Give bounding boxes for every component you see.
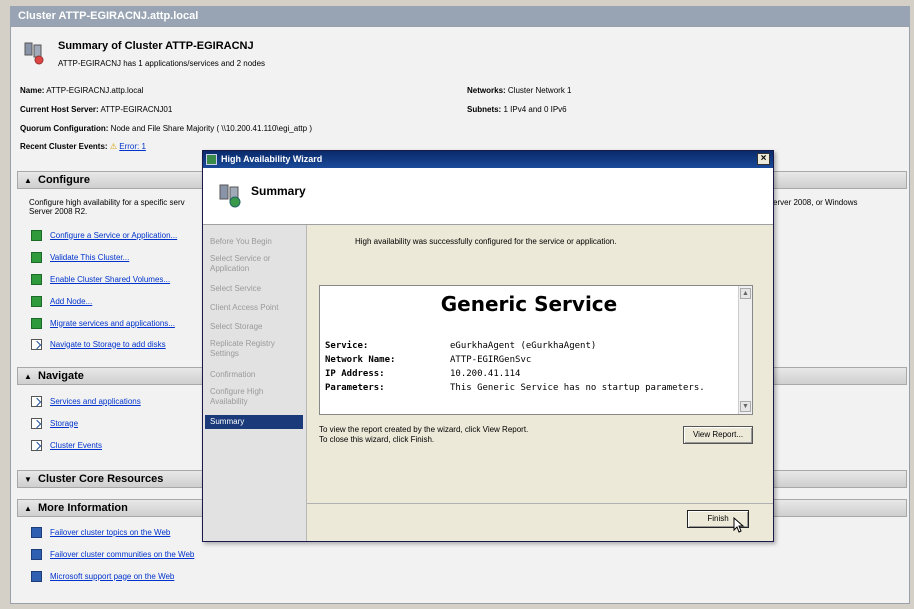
report-row-parameters: Parameters: This Generic Service has no s… [325,383,705,393]
name-row: Name: ATTP-EGIRACNJ.attp.local [20,86,144,95]
summary-report[interactable]: Generic Service Service: eGurkhaAgent (eG… [319,285,753,415]
configure-description-tail: erver 2008, or Windows [773,198,858,207]
step-confirmation: Confirmation [210,370,256,379]
mouse-cursor-icon [733,517,745,533]
window-title: Cluster ATTP-EGIRACNJ.attp.local [10,6,910,26]
wizard-page-title: Summary [251,184,306,198]
networks-row: Networks: Cluster Network 1 [467,86,572,95]
step-before-you-begin: Before You Begin [210,237,272,246]
close-icon[interactable]: × [757,153,770,165]
wizard-header: Summary [203,168,773,225]
wizard-main-panel: High availability was successfully confi… [307,225,773,541]
wizard-title: High Availability Wizard [221,154,323,164]
task-enable-csv[interactable]: Enable Cluster Shared Volumes... [31,273,170,285]
view-report-button[interactable]: View Report... [683,426,753,444]
report-title: Generic Service [440,292,618,316]
cluster-icon [24,42,44,65]
wizard-steps-nav: Before You Begin Select Service or Appli… [203,225,307,541]
success-message: High availability was successfully confi… [355,237,617,246]
expand-icon: ▼ [24,475,32,484]
scroll-up-icon[interactable]: ▲ [740,288,751,299]
navigate-page-icon [31,417,42,429]
task-arrow-icon [31,317,42,329]
wizard-footer-divider [307,503,773,504]
step-configure-high-availability: Configure High Availability [210,387,264,406]
nav-storage[interactable]: Storage [31,417,78,429]
quorum-row: Quorum Configuration: Node and File Shar… [20,124,312,133]
host-row: Current Host Server: ATTP-EGIRACNJ01 [20,105,173,114]
report-row-network-name: Network Name: ATTP-EGIRGenSvc [325,355,532,365]
navigate-page-icon [31,395,42,407]
task-configure-service[interactable]: Configure a Service or Application... [31,229,177,241]
scroll-down-icon[interactable]: ▼ [740,401,751,412]
collapse-icon: ▲ [24,372,32,381]
navigate-page-icon [31,338,42,350]
task-arrow-icon [31,273,42,285]
nav-cluster-events[interactable]: Cluster Events [31,439,102,451]
web-help-icon [31,548,42,560]
high-availability-wizard-dialog: High Availability Wizard × Summary Befor… [202,150,774,542]
wizard-app-icon [206,154,217,165]
step-summary: Summary [205,415,303,429]
more-topics-link[interactable]: Failover cluster topics on the Web [31,526,170,538]
view-report-instructions: To view the report created by the wizard… [319,425,529,444]
events-error-link[interactable]: Error: 1 [119,142,146,151]
task-migrate[interactable]: Migrate services and applications... [31,317,175,329]
warning-icon: ⚠ [109,142,117,151]
report-scrollbar[interactable]: ▲ ▼ [738,286,752,414]
collapse-icon: ▲ [24,504,32,513]
web-help-icon [31,570,42,582]
step-select-service-or-application: Select Service or Application [210,254,271,273]
web-help-icon [31,526,42,538]
summary-wizard-icon [219,184,241,208]
task-arrow-icon [31,251,42,263]
report-row-service: Service: eGurkhaAgent (eGurkhaAgent) [325,341,597,351]
nav-services-applications[interactable]: Services and applications [31,395,141,407]
more-communities-link[interactable]: Failover cluster communities on the Web [31,548,194,560]
task-arrow-icon [31,295,42,307]
subnets-row: Subnets: 1 IPv4 and 0 IPv6 [467,105,567,114]
task-navigate-storage[interactable]: Navigate to Storage to add disks [31,338,166,350]
step-select-service: Select Service [210,284,262,293]
events-row: Recent Cluster Events: ⚠ Error: 1 [20,142,146,151]
summary-subtitle: ATTP-EGIRACNJ has 1 applications/service… [58,59,266,68]
navigate-page-icon [31,439,42,451]
report-row-ip-address: IP Address: 10.200.41.114 [325,369,521,379]
task-validate-cluster[interactable]: Validate This Cluster... [31,251,129,263]
collapse-icon: ▲ [24,176,32,185]
more-support-link[interactable]: Microsoft support page on the Web [31,570,174,582]
wizard-titlebar[interactable]: High Availability Wizard × [203,151,773,168]
configure-description: Configure high availability for a specif… [29,198,185,216]
task-add-node[interactable]: Add Node... [31,295,92,307]
step-client-access-point: Client Access Point [210,303,279,312]
summary-title: Summary of Cluster ATTP-EGIRACNJ [58,40,254,52]
step-select-storage: Select Storage [210,322,263,331]
task-arrow-icon [31,229,42,241]
step-replicate-registry-settings: Replicate Registry Settings [210,339,275,358]
